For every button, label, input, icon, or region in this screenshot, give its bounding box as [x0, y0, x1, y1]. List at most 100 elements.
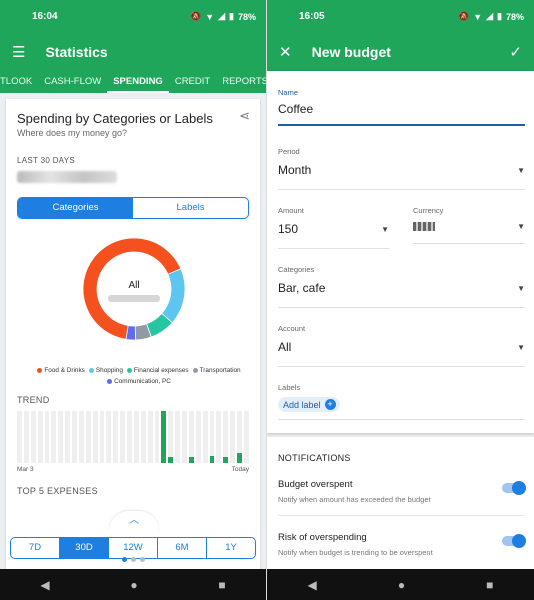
tab-reports[interactable]: REPORTS [216, 71, 266, 93]
range-label: LAST 30 DAYS [17, 156, 75, 165]
page-title: Statistics [45, 44, 108, 60]
mute-icon: 🔕 [457, 11, 470, 21]
dropdown-arrow-icon: ▼ [517, 165, 525, 175]
donut-center-amount-redacted [108, 295, 160, 302]
labels-field: Labels Add label + [278, 383, 525, 420]
signal-icon: ◢ [486, 11, 494, 21]
recents-icon[interactable]: ■ [218, 578, 225, 592]
trend-bar-fill [209, 455, 215, 463]
status-time: 16:05 [299, 11, 325, 22]
trend-bar [182, 411, 187, 463]
account-field[interactable]: Account All ▼ [278, 324, 525, 367]
share-icon[interactable]: ⋖ [239, 108, 250, 124]
trend-bar [195, 411, 201, 463]
risk-toggle[interactable] [502, 534, 526, 548]
name-field[interactable]: Name Coffee [278, 88, 525, 126]
trend-bar [120, 411, 125, 463]
card-subtitle: Where does my money go? [17, 128, 128, 138]
recents-icon[interactable]: ■ [486, 578, 493, 592]
mute-icon: 🔕 [189, 11, 202, 21]
tab-credit[interactable]: CREDIT [169, 71, 216, 93]
trend-bar-fill [188, 456, 194, 463]
system-nav-bar: ◀ ● ■ [0, 569, 266, 600]
trend-bar [85, 411, 91, 463]
budget-overspent-row[interactable]: Budget overspent Notify when amount has … [278, 479, 526, 504]
trend-bar [133, 411, 139, 463]
chart-legend: Food & Drinks Shopping Financial expenses T… [24, 365, 250, 387]
stats-tabs: TLOOK CASH-FLOW SPENDING CREDIT REPORTS [0, 71, 266, 93]
dropdown-arrow-icon: ▼ [517, 342, 525, 352]
trend-bar [99, 411, 105, 463]
categories-value: Bar, cafe [278, 281, 326, 295]
trend-bar-fill [237, 452, 242, 463]
legend-item: Food & Drinks [33, 367, 85, 374]
trend-bar [202, 411, 208, 463]
trend-bar [237, 411, 242, 463]
risk-title: Risk of overspending [278, 532, 367, 543]
tab-cash-flow[interactable]: CASH-FLOW [38, 71, 107, 93]
statistics-screen: 16:04 🔕 ▼ ◢ ▮ 78% ☰ Statistics TLOOK CAS… [0, 0, 267, 600]
trend-bar [223, 411, 229, 463]
legend-item: Shopping [85, 367, 123, 374]
page-dot [130, 557, 136, 562]
back-icon[interactable]: ◀ [308, 578, 317, 592]
system-nav-bar: ◀ ● ■ [267, 569, 534, 600]
legend-label: Shopping [95, 367, 123, 374]
page-title: New budget [311, 44, 391, 60]
name-label: Name [278, 88, 299, 97]
period-field[interactable]: Period Month ▼ [278, 147, 525, 190]
tab-spending[interactable]: SPENDING [107, 71, 169, 93]
card-title: Spending by Categories or Labels [17, 111, 213, 126]
status-icons: 🔕 ▼ ◢ ▮ 78% [190, 11, 256, 22]
categories-labels-toggle: Categories Labels [17, 197, 249, 219]
trend-bar [175, 411, 180, 463]
name-input[interactable]: Coffee [278, 102, 313, 116]
trend-bar [188, 411, 194, 463]
trend-bar [37, 411, 43, 463]
risk-overspending-row[interactable]: Risk of overspending Notify when budget … [278, 532, 526, 557]
tab-outlook[interactable]: TLOOK [0, 71, 38, 93]
trend-bar [140, 411, 146, 463]
signal-icon: ◢ [218, 11, 226, 21]
dropdown-arrow-icon: ▼ [381, 224, 389, 234]
amount-label: Amount [278, 206, 304, 215]
page-dot [139, 557, 145, 562]
trend-bar [65, 411, 70, 463]
statistics-content[interactable]: Spending by Categories or Labels Where d… [0, 93, 266, 569]
back-icon[interactable]: ◀ [40, 578, 49, 592]
close-icon[interactable]: ✕ [279, 43, 292, 61]
plus-icon: + [324, 399, 336, 410]
add-label-button[interactable]: Add label + [278, 397, 340, 412]
legend-label: Financial expenses [133, 367, 189, 374]
trend-bar [106, 411, 112, 463]
toggle-categories[interactable]: Categories [18, 198, 133, 218]
check-icon[interactable]: ✓ [509, 43, 522, 61]
amount-field[interactable]: Amount 150 ▼ [278, 206, 389, 249]
home-icon[interactable]: ● [398, 578, 405, 592]
currency-field[interactable]: Currency ▼ [413, 206, 525, 244]
risk-desc: Notify when budget is trending to be ove… [278, 548, 433, 557]
trend-bar [209, 411, 215, 463]
dropdown-arrow-icon: ▼ [517, 283, 525, 293]
battery-icon: ▮ [497, 11, 502, 21]
overspent-title: Budget overspent [278, 479, 353, 490]
trend-bar [147, 411, 153, 463]
trend-bar [17, 411, 22, 463]
donut-slice-shopping[interactable] [161, 268, 186, 324]
menu-icon[interactable]: ☰ [12, 43, 25, 61]
overspent-toggle[interactable] [502, 481, 526, 495]
account-value: All [278, 340, 292, 354]
home-icon[interactable]: ● [130, 578, 137, 592]
trend-bar [30, 411, 36, 463]
trend-bar [230, 411, 235, 463]
legend-item: Communication, PC [103, 378, 171, 385]
total-amount-redacted [17, 171, 117, 183]
dropdown-arrow-icon: ▼ [517, 222, 525, 231]
trend-bar-fill [168, 456, 174, 463]
notifications-section: NOTIFICATIONS Budget overspent Notify wh… [267, 437, 534, 569]
categories-field[interactable]: Categories Bar, cafe ▼ [278, 265, 525, 308]
toggle-labels[interactable]: Labels [133, 198, 248, 218]
wifi-icon: ▼ [473, 11, 483, 22]
spending-donut-chart[interactable]: All [74, 229, 194, 349]
legend-dot [192, 367, 198, 373]
